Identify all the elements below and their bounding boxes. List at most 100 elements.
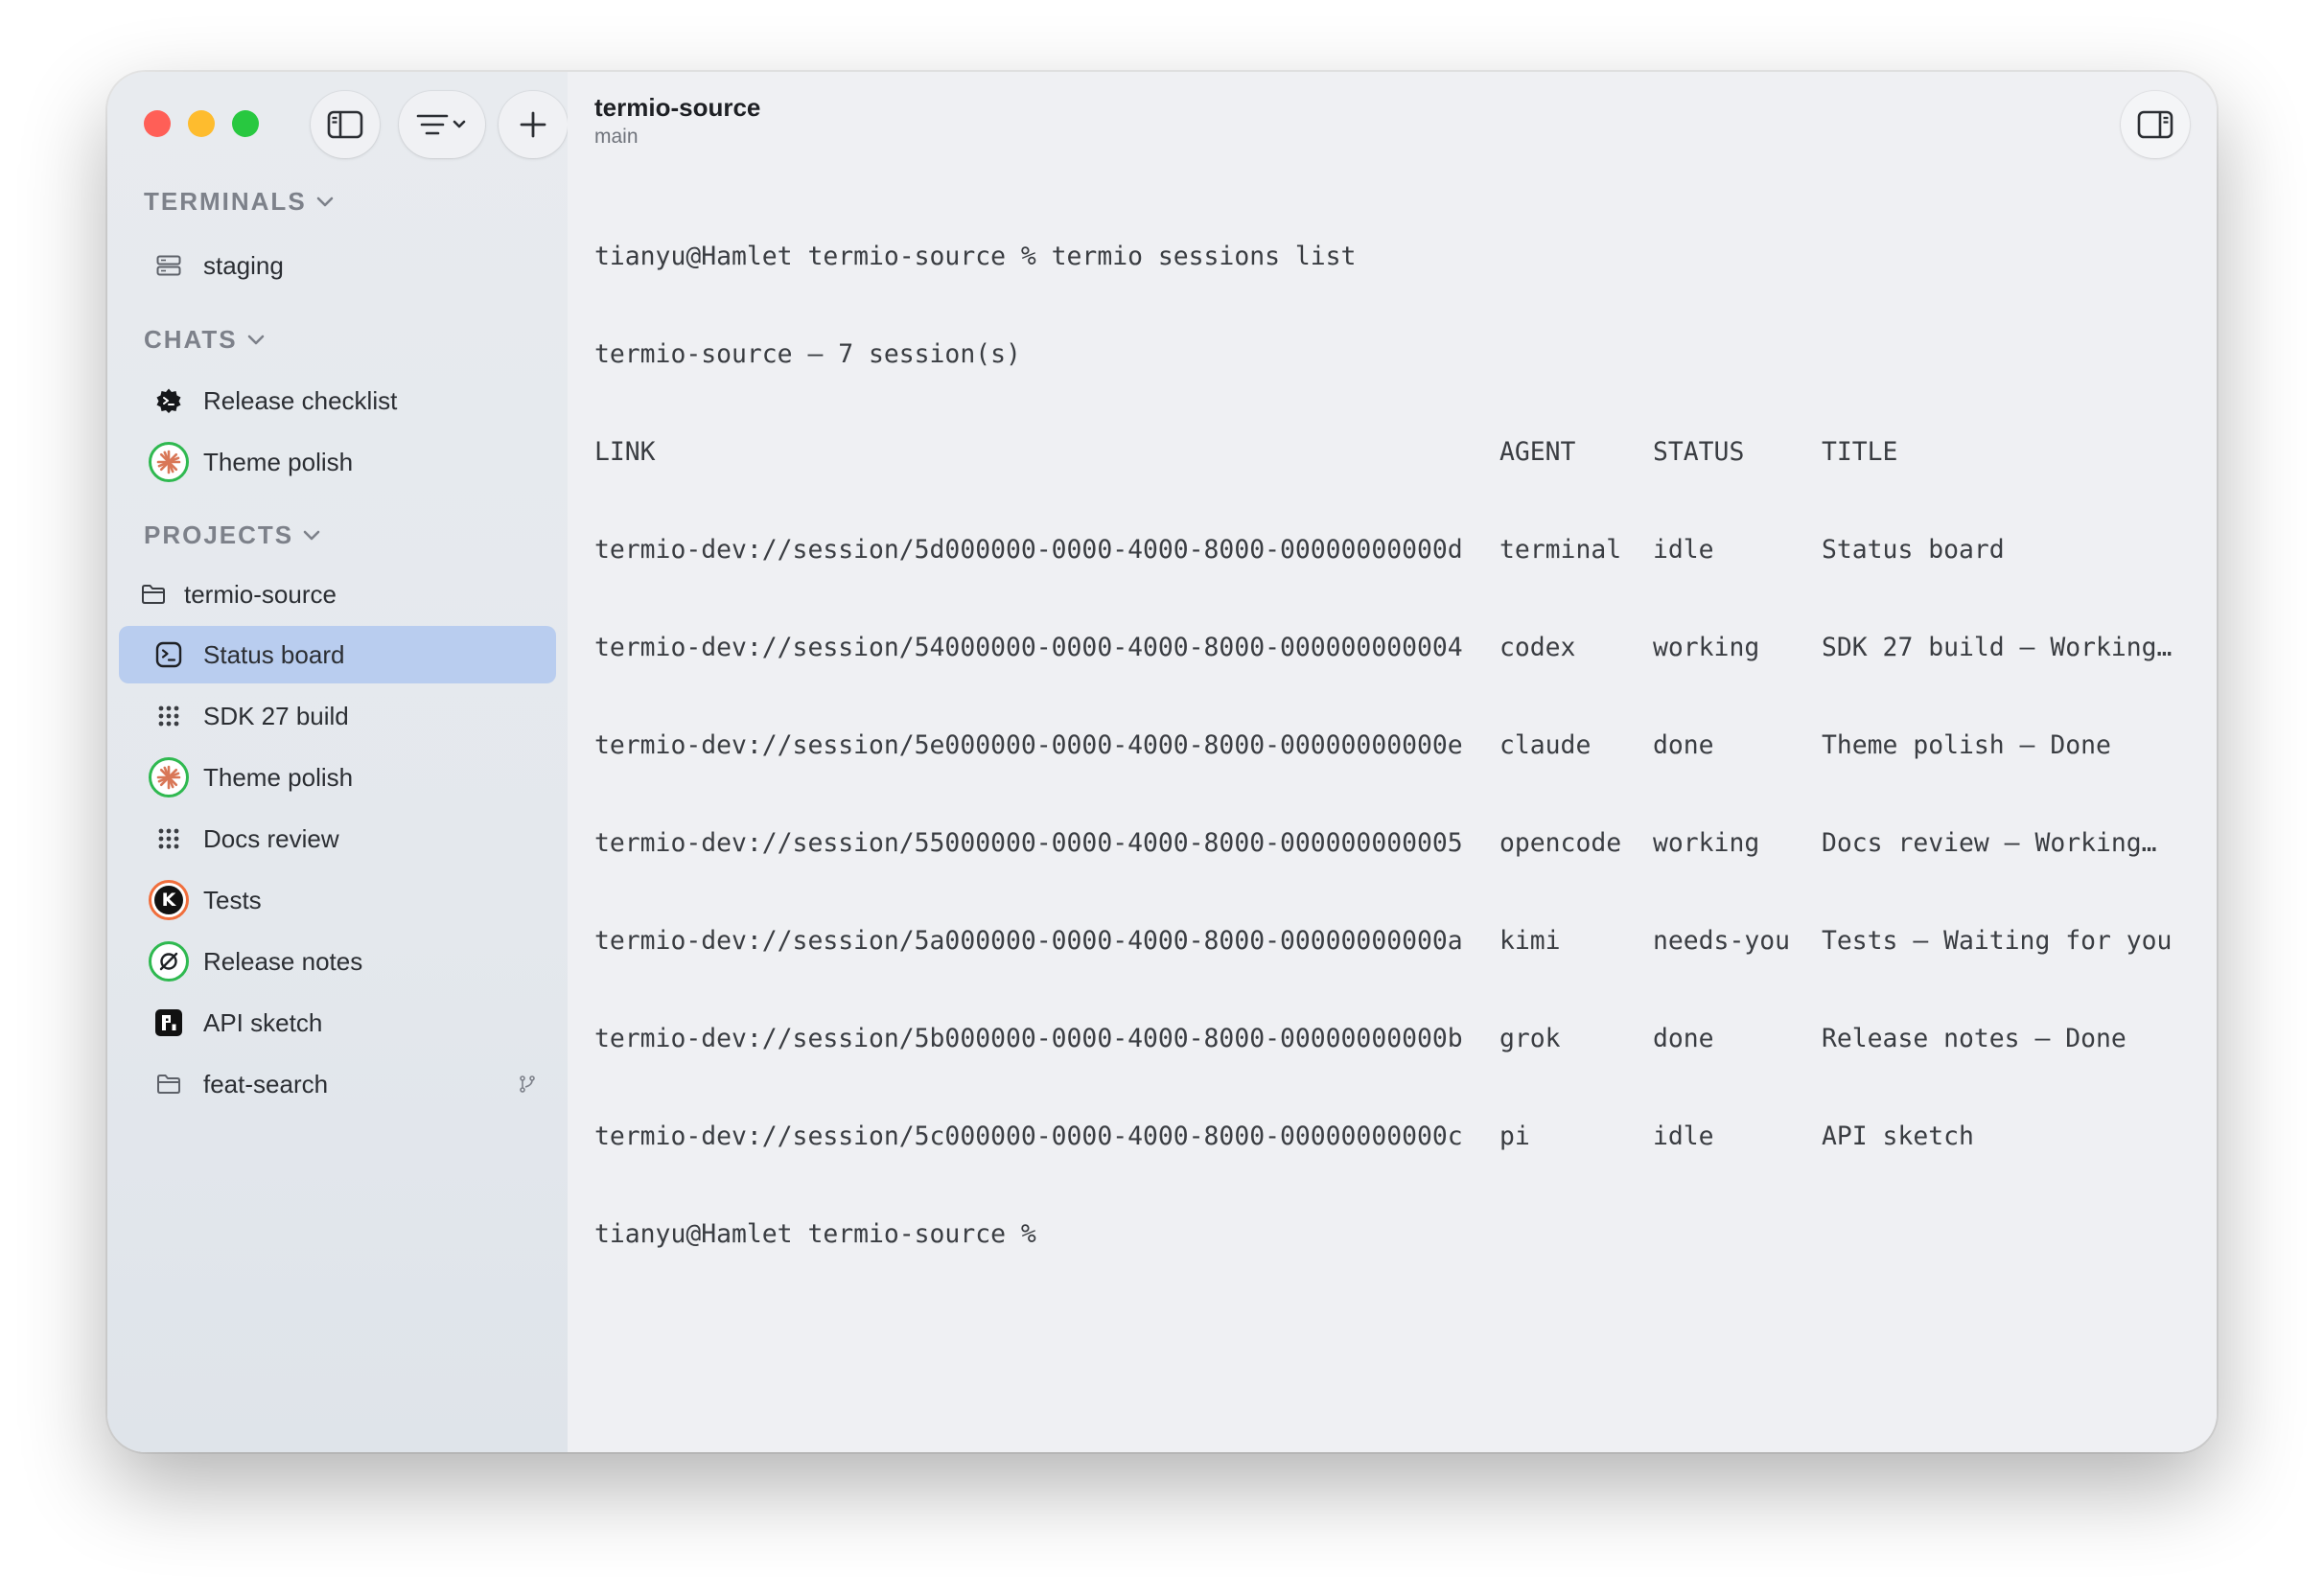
session-agent: grok [1499,1024,1561,1053]
session-agent: claude [1499,730,1592,760]
sidebar-item-label: Docs review [203,823,339,853]
claude-sparkle-icon [149,757,189,798]
gear-badge-icon [155,387,182,414]
kimi-k-icon: K [149,880,189,920]
sidebar-item-theme-polish-chat[interactable]: Theme polish [119,433,556,491]
sidebar-item-label: Status board [203,639,345,669]
branch-subtitle: main [594,126,639,148]
column-header: STATUS [1653,437,1745,467]
session-title: Docs review — Working… [1822,828,2157,858]
chats-section-header[interactable]: CHATS [144,325,265,355]
dots-grid-icon [157,705,180,728]
terminals-header-label: TERMINALS [144,187,307,216]
dots-grid-icon [157,827,180,850]
sidebar-item-docs-review[interactable]: Docs review [119,810,556,867]
table-row: termio-dev://session/5b000000-0000-4000-… [594,1023,2126,1055]
git-branch-icon [518,1075,537,1098]
session-status: working [1653,828,1760,858]
close-window-button[interactable] [144,110,171,137]
sidebar-item-feat-search[interactable]: feat-search [119,1055,556,1113]
toggle-inspector-button[interactable] [2121,91,2190,158]
sidebar-item-theme-polish[interactable]: Theme polish [119,749,556,806]
sidebar-item-release-checklist[interactable]: Release checklist [119,372,556,429]
minimize-window-button[interactable] [188,110,215,137]
summary-line: termio-source — 7 session(s) [594,339,1021,369]
table-row: termio-dev://session/54000000-0000-4000-… [594,632,2172,664]
filter-icon [416,114,466,135]
column-header: LINK [594,437,656,467]
sidebar-item-staging[interactable]: staging [119,237,556,294]
session-link[interactable]: termio-dev://session/5e000000-0000-4000-… [594,729,1463,762]
plus-icon [520,111,546,138]
session-link[interactable]: termio-dev://session/54000000-0000-4000-… [594,632,1463,664]
sidebar-item-sdk-27-build[interactable]: SDK 27 build [119,687,556,745]
sidebar: TERMINALS staging CHATS Release checklis… [107,72,568,1452]
table-header-row: LINK AGENT STATUS TITLE [594,436,1897,469]
projects-section-header[interactable]: PROJECTS [144,520,320,550]
sidebar-project-termio-source[interactable]: termio-source [119,566,556,623]
table-row: termio-dev://session/55000000-0000-4000-… [594,827,2157,860]
sidebar-item-label: Theme polish [203,762,354,792]
page-title: termio-source [594,93,761,122]
right-panel-icon [2137,110,2173,139]
column-header: AGENT [1499,437,1576,467]
session-status: done [1653,1024,1714,1053]
session-title: SDK 27 build — Working… [1822,633,2173,662]
sidebar-item-label: Release checklist [203,385,398,415]
terminal-output[interactable]: tianyu@Hamlet termio-source % termio ses… [594,175,2172,1316]
pi-icon [154,1008,183,1037]
zoom-window-button[interactable] [232,110,259,137]
projects-header-label: PROJECTS [144,520,294,549]
sidebar-item-tests[interactable]: K Tests [119,871,556,929]
session-link[interactable]: termio-dev://session/5d000000-0000-4000-… [594,534,1463,566]
sidebar-toggle-icon [327,110,363,139]
chevron-down-icon [247,335,264,344]
sidebar-item-label: SDK 27 build [203,701,349,730]
new-session-button[interactable] [499,91,568,158]
session-agent: terminal [1499,535,1622,565]
session-agent: codex [1499,633,1576,662]
table-row: termio-dev://session/5c000000-0000-4000-… [594,1121,1974,1153]
sidebar-item-label: staging [203,250,284,280]
sidebar-item-release-notes[interactable]: Release notes [119,933,556,990]
chevron-down-icon [316,196,333,206]
sidebar-item-label: Tests [203,885,262,914]
session-title: Theme polish — Done [1822,730,2111,760]
sidebar-item-label: Theme polish [203,447,354,476]
column-header: TITLE [1822,437,1898,467]
session-status: working [1653,633,1760,662]
folder-icon [141,584,166,605]
session-link[interactable]: termio-dev://session/55000000-0000-4000-… [594,827,1463,860]
session-agent: opencode [1499,828,1622,858]
sidebar-item-label: feat-search [203,1069,329,1098]
session-status: needs-you [1653,926,1790,956]
sidebar-item-status-board[interactable]: Status board [119,626,556,683]
session-status: idle [1653,535,1714,565]
table-row: termio-dev://session/5d000000-0000-4000-… [594,534,2005,566]
server-icon [156,255,181,276]
session-title: Status board [1822,535,2005,565]
terminals-section-header[interactable]: TERMINALS [144,187,334,217]
filter-menu-button[interactable] [399,91,485,158]
session-link[interactable]: termio-dev://session/5c000000-0000-4000-… [594,1121,1463,1153]
sidebar-item-label: API sketch [203,1007,323,1037]
session-agent: kimi [1499,926,1561,956]
toggle-sidebar-button[interactable] [311,91,380,158]
session-title: API sketch [1822,1121,1974,1151]
main-terminal-area[interactable]: termio-source main tianyu@Hamlet termio-… [568,72,2217,1452]
chats-header-label: CHATS [144,325,238,354]
app-window: TERMINALS staging CHATS Release checklis… [107,72,2217,1452]
sidebar-item-api-sketch[interactable]: API sketch [119,994,556,1052]
claude-sparkle-icon [149,442,189,482]
session-agent: pi [1499,1121,1530,1151]
session-status: idle [1653,1121,1714,1151]
session-link[interactable]: termio-dev://session/5a000000-0000-4000-… [594,925,1463,958]
sidebar-item-label: Release notes [203,946,363,976]
table-row: termio-dev://session/5a000000-0000-4000-… [594,925,2172,958]
grok-icon [149,941,189,982]
table-row: termio-dev://session/5e000000-0000-4000-… [594,729,2111,762]
command-line: tianyu@Hamlet termio-source % termio ses… [594,242,1357,271]
sidebar-item-label: termio-source [184,579,337,609]
session-link[interactable]: termio-dev://session/5b000000-0000-4000-… [594,1023,1463,1055]
chevron-down-icon [303,530,320,540]
